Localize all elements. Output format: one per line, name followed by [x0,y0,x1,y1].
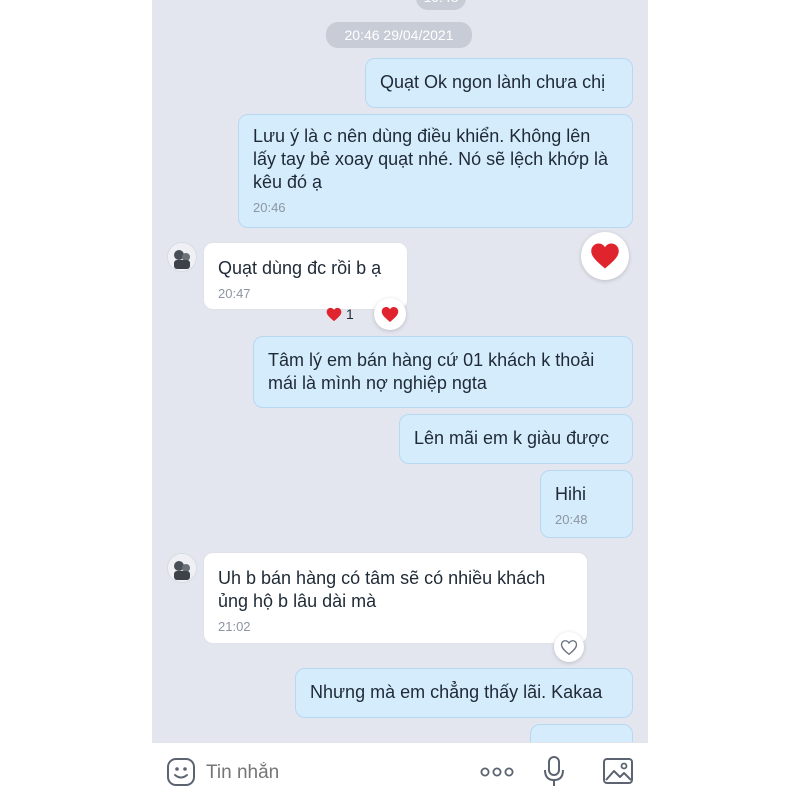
outgoing-message[interactable]: Hihi 20:48 [540,470,633,538]
message-text: Lưu ý là c nên dùng điều khiển. Không lê… [253,126,609,192]
outgoing-message[interactable]: Nhưng mà em chẳng thấy lãi. Kakaa [295,668,633,718]
avatar-image [168,554,196,582]
outgoing-message[interactable]: Lưu ý là c nên dùng điều khiển. Không lê… [238,114,633,228]
heart-icon [326,307,342,321]
heart-icon [381,306,399,322]
message-text: Lên mãi em k giàu được [414,428,609,448]
heart-outline-icon [560,639,578,655]
more-icon[interactable] [480,763,514,786]
outgoing-message[interactable]: Lên mãi em k giàu được [399,414,633,464]
microphone-icon[interactable] [542,755,566,794]
message-time: 21:02 [218,619,251,634]
message-input[interactable] [204,757,458,789]
message-text: Tâm lý em bán hàng cứ 01 khách k thoải m… [268,350,595,393]
message-text: Nhưng mà em chẳng thấy lãi. Kakaa [310,682,603,702]
time-pill: 10:48 [416,0,466,10]
heart-reaction-button[interactable] [374,298,406,330]
avatar[interactable] [167,242,197,272]
message-time: 20:46 [253,200,286,215]
reaction-count-number: 1 [346,306,354,322]
like-reaction-button[interactable] [554,632,584,662]
heart-reaction-button[interactable] [581,232,629,280]
date-pill: 20:46 29/04/2021 [326,22,472,48]
avatar-image [168,243,196,271]
sticker-icon[interactable] [166,757,196,792]
outgoing-message[interactable]: Quạt Ok ngon lành chưa chị [365,58,633,108]
image-icon[interactable] [602,757,634,790]
message-text: Hihi [555,484,587,504]
message-composer [152,742,648,800]
outgoing-message[interactable]: Tâm lý em bán hàng cứ 01 khách k thoải m… [253,336,633,408]
reaction-count[interactable]: 1 [326,306,354,322]
incoming-message[interactable]: Uh b bán hàng có tâm sẽ có nhiều khách ủ… [203,552,588,644]
message-text: Quạt dùng đc rồi b ạ [218,258,382,278]
message-text: Uh b bán hàng có tâm sẽ có nhiều khách ủ… [218,568,546,611]
avatar[interactable] [167,553,197,583]
message-time: 20:48 [555,512,588,527]
message-time: 20:47 [218,286,251,301]
message-text: Quạt Ok ngon lành chưa chị [380,72,606,92]
chat-screen: 10:48 20:46 29/04/2021 Quạt Ok ngon lành… [152,0,648,800]
heart-icon [591,243,619,269]
incoming-message[interactable]: Quạt dùng đc rồi b ạ 20:47 [203,242,408,310]
